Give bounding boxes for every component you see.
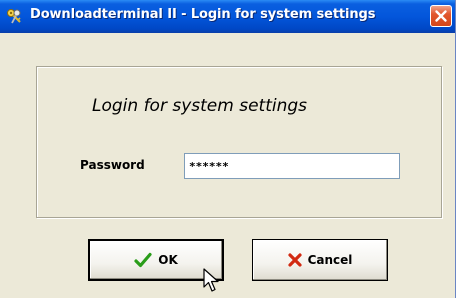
ok-button-label: OK	[158, 253, 178, 267]
title-bar[interactable]: Downloadterminal II - Login for system s…	[0, 0, 455, 33]
close-icon	[435, 10, 447, 22]
cancel-button[interactable]: Cancel	[252, 239, 388, 281]
login-group-box	[36, 66, 442, 218]
login-dialog: Downloadterminal II - Login for system s…	[0, 0, 456, 298]
login-heading: Login for system settings	[92, 96, 307, 116]
password-label: Password	[80, 158, 145, 172]
mouse-cursor-icon	[203, 268, 219, 292]
cancel-button-label: Cancel	[307, 253, 353, 267]
window-title: Downloadterminal II - Login for system s…	[30, 7, 376, 22]
password-field[interactable]	[184, 153, 400, 179]
close-button[interactable]	[430, 5, 452, 27]
checkmark-icon	[134, 252, 152, 268]
x-icon	[287, 253, 302, 267]
keys-icon	[7, 9, 21, 24]
